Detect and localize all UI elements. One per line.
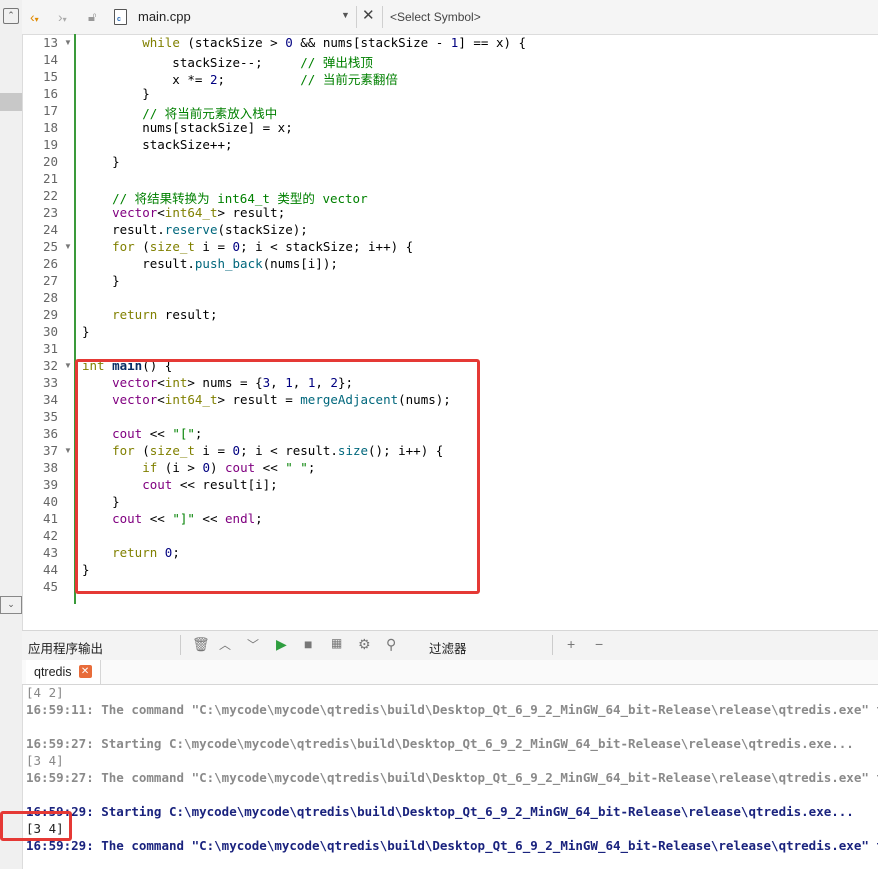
header-divider	[180, 635, 181, 655]
editor-toolbar: ‹▾ ›▾ 🔓︎ c main.cpp ▼ ✕ <Select Symbol>	[22, 0, 878, 35]
output-line: 16:59:29: The command "C:\mycode\mycode\…	[26, 838, 878, 853]
code-line[interactable]: nums[stackSize] = x;	[82, 120, 293, 135]
code-line[interactable]: }	[82, 86, 150, 101]
run-icon[interactable]: ▶	[276, 636, 287, 653]
collapse-icon[interactable]: ⌃	[3, 8, 19, 24]
toolbar-divider	[356, 6, 357, 28]
code-line[interactable]: }	[82, 324, 90, 339]
minus-icon[interactable]: −	[595, 636, 603, 652]
line-number: 16	[42, 86, 58, 101]
line-number: 14	[42, 52, 58, 67]
output-highlight-box	[0, 811, 72, 841]
line-number: 30	[42, 324, 58, 339]
output-line: 16:59:29: Starting C:\mycode\mycode\qtre…	[26, 804, 854, 819]
application-output-log[interactable]: [4 2] 16:59:11: The command "C:\mycode\my…	[22, 685, 878, 869]
line-number: 32	[42, 358, 58, 373]
split-toggle-icon[interactable]: ⌄	[0, 596, 22, 614]
line-number: 25	[42, 239, 58, 254]
line-number-gutter: 13 14 15 16 17 18 19 20 21 22 23 24 25 26 27 28 29 30 31 32…	[22, 34, 60, 604]
chevron-up-icon[interactable]: ︿	[219, 636, 231, 653]
code-line[interactable]: }	[82, 154, 120, 169]
output-line: 16:59:11: The command "C:\mycode\mycode\…	[26, 702, 878, 717]
close-tab-icon[interactable]: ✕	[78, 665, 92, 678]
line-number: 37	[42, 443, 58, 458]
code-line[interactable]: while (stackSize > 0 && nums[stackSize -…	[82, 35, 526, 50]
tab-label: qtredis	[34, 665, 72, 679]
line-number: 33	[42, 375, 58, 390]
code-line[interactable]: result.push_back(nums[i]);	[82, 256, 338, 271]
output-pane-title: 应用程序输出	[28, 642, 104, 656]
tab-qtredis[interactable]: qtredis ✕	[26, 660, 101, 684]
output-pane-header: 应用程序输出 🗑︎ ︿ ﹀ ▶ ■ ▦ ⚙ ⚲ 过滤器 + −	[22, 630, 878, 661]
plus-icon[interactable]: +	[567, 636, 575, 652]
main-function-highlight-box	[75, 359, 480, 594]
code-line[interactable]: }	[82, 273, 120, 288]
file-dropdown-chevron-icon[interactable]: ▼	[341, 10, 350, 20]
line-number: 28	[42, 290, 58, 305]
code-line[interactable]: stackSize++;	[82, 137, 232, 152]
line-number: 26	[42, 256, 58, 271]
line-number: 20	[42, 154, 58, 169]
output-line: 16:59:27: The command "C:\mycode\mycode\…	[26, 770, 878, 785]
line-number: 22	[42, 188, 58, 203]
line-number: 39	[42, 477, 58, 492]
line-number: 19	[42, 137, 58, 152]
gear-icon[interactable]: ⚙	[358, 636, 371, 653]
output-line: [4 2]	[26, 685, 64, 700]
open-file-name[interactable]: main.cpp	[138, 9, 191, 24]
sidebar-selected-row[interactable]	[0, 93, 22, 111]
line-number: 18	[42, 120, 58, 135]
line-number: 41	[42, 511, 58, 526]
fold-toggle-icon[interactable]: ▼	[64, 242, 72, 251]
cpp-file-icon: c	[114, 9, 127, 25]
line-number: 13	[42, 35, 58, 50]
fold-toggle-icon[interactable]: ▼	[64, 361, 72, 370]
back-arrow-icon[interactable]: ‹▾	[30, 8, 39, 29]
forward-arrow-icon[interactable]: ›▾	[58, 8, 67, 29]
attach-debugger-icon[interactable]: ▦	[331, 636, 342, 650]
symbol-selector[interactable]: <Select Symbol>	[390, 10, 481, 24]
output-tab-bar: qtredis ✕	[22, 660, 878, 685]
stop-icon[interactable]: ■	[304, 636, 312, 652]
trash-icon[interactable]: 🗑︎	[192, 636, 210, 653]
code-line[interactable]: return result;	[82, 307, 217, 322]
line-number: 34	[42, 392, 58, 407]
close-document-icon[interactable]: ✕	[362, 6, 375, 24]
line-number: 45	[42, 579, 58, 594]
fold-toggle-icon[interactable]: ▼	[64, 38, 72, 47]
output-line: 16:59:27: Starting C:\mycode\mycode\qtre…	[26, 736, 854, 751]
line-number: 24	[42, 222, 58, 237]
line-number: 42	[42, 528, 58, 543]
line-number: 35	[42, 409, 58, 424]
line-number: 27	[42, 273, 58, 288]
toolbar-divider	[382, 6, 383, 28]
line-number: 23	[42, 205, 58, 220]
filter-input[interactable]: 过滤器	[429, 638, 467, 657]
line-number: 21	[42, 171, 58, 186]
code-line[interactable]: vector<int64_t> result;	[82, 205, 285, 220]
left-sidebar-strip: ⌃	[0, 0, 23, 869]
fold-toggle-icon[interactable]: ▼	[64, 446, 72, 455]
line-number: 36	[42, 426, 58, 441]
line-number: 15	[42, 69, 58, 84]
search-icon[interactable]: ⚲	[386, 636, 396, 653]
chevron-down-icon[interactable]: ﹀	[247, 636, 259, 653]
lock-icon[interactable]: 🔓︎	[88, 8, 96, 26]
line-number: 17	[42, 103, 58, 118]
header-divider	[552, 635, 553, 655]
line-number: 43	[42, 545, 58, 560]
code-line[interactable]: result.reserve(stackSize);	[82, 222, 308, 237]
output-line: [3 4]	[26, 753, 64, 768]
line-number: 44	[42, 562, 58, 577]
line-number: 38	[42, 460, 58, 475]
line-number: 40	[42, 494, 58, 509]
line-number: 29	[42, 307, 58, 322]
code-line[interactable]: for (size_t i = 0; i < stackSize; i++) {	[82, 239, 413, 254]
line-number: 31	[42, 341, 58, 356]
